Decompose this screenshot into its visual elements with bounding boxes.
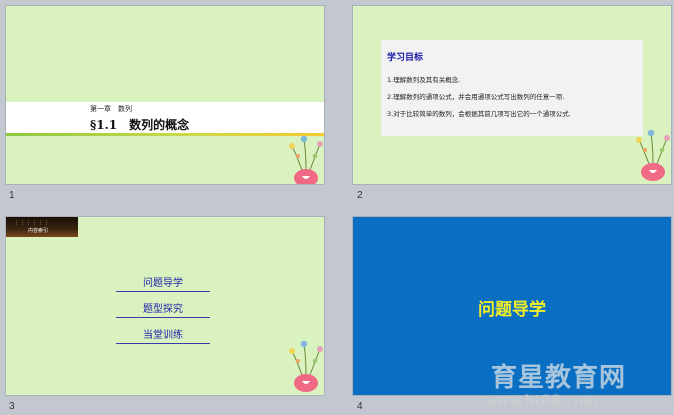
title-band: 第一章 数列 §1.1 数列的概念 [6,102,324,136]
link-topic-explore[interactable]: 题型探究 [116,300,210,318]
slide-number-4: 4 [357,401,363,412]
slide-title: 问题导学 [478,300,546,320]
slide-thumbnail-1[interactable]: 第一章 数列 §1.1 数列的概念 [6,6,324,184]
slide-number-2: 2 [357,190,363,201]
flower-pot-icon [288,340,324,393]
slide-thumbnail-3[interactable]: ⋮⋮⋮⋮⋮⋮ 内容索引 问题导学 题型探究 当堂训练 [6,217,324,395]
flower-pot-icon [288,135,324,184]
chapter-label: 第一章 数列 [90,105,132,113]
link-class-practice[interactable]: 当堂训练 [116,326,210,344]
section-title: §1.1 数列的概念 [90,118,190,132]
slide-number-1: 1 [9,190,15,201]
decor-dots: ⋮⋮⋮⋮⋮⋮ [14,220,50,226]
goal-item: 1.理解数列及其有关概念. [387,76,461,84]
flower-pot-icon [635,129,671,182]
goals-title: 学习目标 [387,53,424,63]
slide-number-3: 3 [9,401,15,412]
goal-item: 2.理解数列的通项公式，并会用通项公式写出数列的任意一项. [387,93,565,101]
learning-goals-box: 学习目标 1.理解数列及其有关概念. 2.理解数列的通项公式，并会用通项公式写出… [381,40,643,136]
title-underline [6,133,324,136]
watermark-text: 育星教育网 [491,363,627,393]
watermark-url: www.ht88.com [485,393,599,409]
index-thumbnail: ⋮⋮⋮⋮⋮⋮ 内容索引 [6,217,78,237]
goal-item: 3.对于比较简单的数列，会根据其前几项写出它的一个通项公式. [387,110,571,118]
link-problem-guide[interactable]: 问题导学 [116,274,210,292]
index-label: 内容索引 [28,228,49,234]
slide-thumbnail-2[interactable]: 学习目标 1.理解数列及其有关概念. 2.理解数列的通项公式，并会用通项公式写出… [353,6,671,184]
